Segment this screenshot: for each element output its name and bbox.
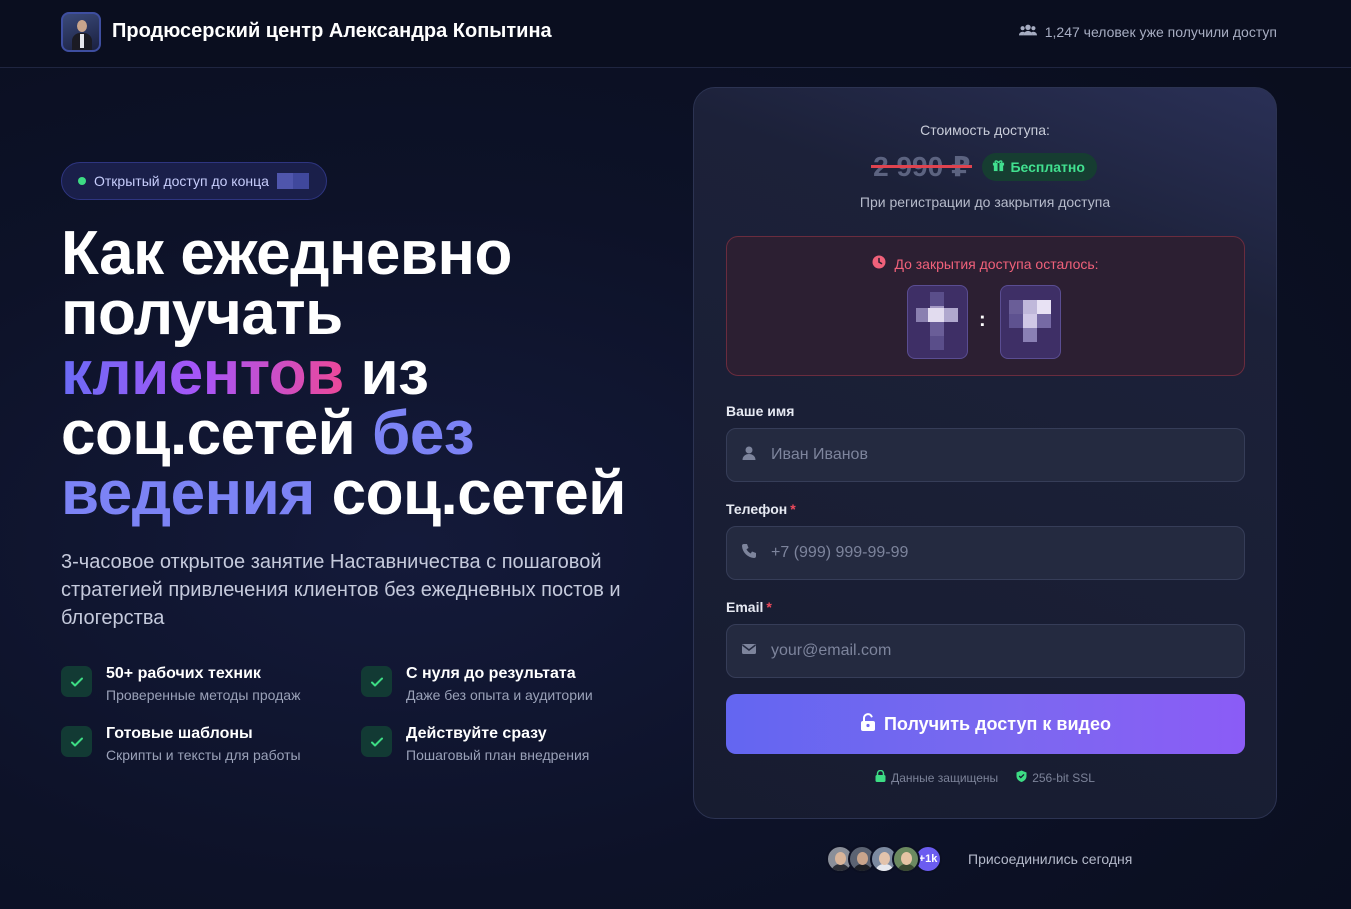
feature-desc: Пошаговый план внедрения [406,747,590,763]
brand-name[interactable]: Продюсерский центр Александра Копытина [112,20,552,43]
old-price: 2 990 ₽ [871,151,973,182]
clock-icon [872,255,886,272]
name-input[interactable] [771,446,1211,464]
feature-item: 50+ рабочих техник Проверенные методы про… [61,664,300,706]
users-icon [1018,23,1037,40]
feature-title: Действуйте сразу [406,725,547,742]
user-icon [741,445,757,466]
timer-separator: : [979,309,986,331]
timer-minutes-box [1000,285,1061,359]
name-label: Ваше имя [726,403,795,419]
check-icon [361,666,392,697]
brand-logo[interactable] [61,12,101,52]
access-badge: Открытый доступ до конца [61,162,327,200]
timer-hours-box [907,285,968,359]
shield-icon [1016,770,1027,785]
gift-icon [992,159,1005,175]
site-header: Продюсерский центр Александра Копытина 1… [0,0,1351,68]
phone-icon [741,543,757,564]
check-icon [361,726,392,757]
hero-subtitle: 3-часовое открытое занятие Наставничеств… [61,551,621,629]
headline-line-4: соц.сетей [61,399,373,468]
registration-card: Стоимость доступа: 2 990 ₽ Бесплатно При… [693,87,1277,819]
data-protected: Данные защищены [875,769,998,785]
joined-avatars: +1k [826,845,942,873]
users-count: 1,247 человек уже получили доступ [1018,23,1277,40]
headline-line-5: соц.сетей [314,459,627,528]
avatar [892,845,920,873]
hero-headline: Как ежедневно получать клиентов из соц.с… [61,223,661,525]
email-input[interactable] [771,642,1211,660]
free-label: Бесплатно [1010,158,1085,175]
feature-desc: Даже без опыта и аудитории [406,687,593,703]
feature-item: Готовые шаблоны Скрипты и тексты для рабо… [61,724,301,766]
get-access-label: Получить доступ к видео [883,713,1111,734]
security-notes: Данные защищены 256-bit SSL [694,769,1276,785]
countdown-timer: До закрытия доступа осталось: : [726,236,1245,376]
headline-highlight-clients: клиентов [61,339,344,408]
feature-desc: Проверенные методы продаж [106,687,301,703]
feature-title: 50+ рабочих техник [106,665,261,682]
phone-label: Телефон * [726,501,796,517]
email-label: Email * [726,599,772,615]
price-row: 2 990 ₽ Бесплатно [694,150,1276,183]
live-dot-icon [78,177,86,185]
timer-label-text: До закрытия доступа осталось: [894,255,1099,272]
feature-title: С нуля до результата [406,665,576,682]
phone-field[interactable] [726,526,1245,580]
timer-label: До закрытия доступа осталось: [727,255,1244,272]
headline-line-2: получать [61,279,343,348]
feature-desc: Скрипты и тексты для работы [106,747,301,763]
get-access-button[interactable]: Получить доступ к видео [726,694,1245,754]
envelope-icon [741,641,757,662]
joined-today-label: Присоединились сегодня [968,851,1133,867]
ssl-note: 256-bit SSL [1016,770,1095,785]
access-badge-text: Открытый доступ до конца [94,173,269,189]
headline-line-1: Как ежедневно [61,219,512,288]
headline-accent-without: без [372,399,475,468]
unlock-icon [860,712,876,736]
price-note: При регистрации до закрытия доступа [859,194,1111,210]
check-icon [61,666,92,697]
email-field[interactable] [726,624,1245,678]
price-label: Стоимость доступа: [920,122,1050,138]
lock-icon [875,769,886,785]
headline-accent-maintaining: ведения [61,459,315,528]
free-badge: Бесплатно [982,152,1097,181]
redacted-date [276,173,309,189]
feature-title: Готовые шаблоны [106,725,253,742]
users-count-text: 1,247 человек уже получили доступ [1044,23,1277,40]
check-icon [61,726,92,757]
phone-input[interactable] [771,544,1211,562]
feature-item: Действуйте сразу Пошаговый план внедрения [361,724,589,766]
name-field[interactable] [726,428,1245,482]
feature-item: С нуля до результата Даже без опыта и ауд… [361,664,593,706]
headline-line-3-rest: из [343,339,429,408]
